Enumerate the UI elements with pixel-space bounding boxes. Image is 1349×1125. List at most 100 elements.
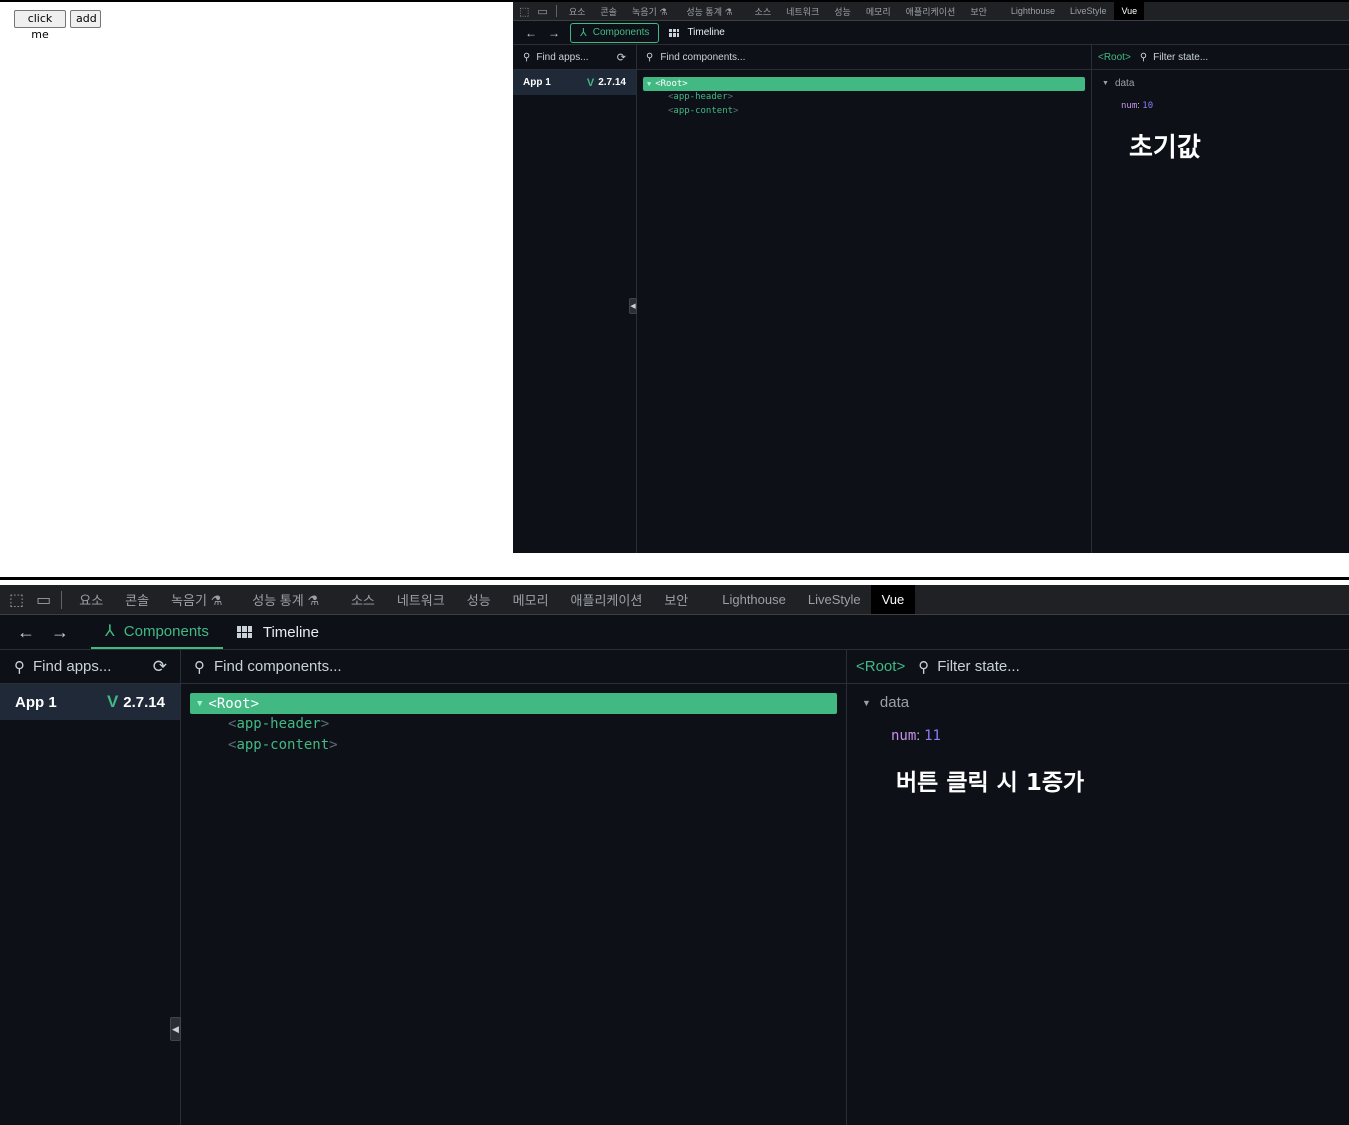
vue-toolbar: ← → ⅄ Components Timeline: [0, 615, 1349, 650]
expand-triangle-icon[interactable]: ▼: [197, 699, 202, 709]
tab-elements[interactable]: 요소: [79, 590, 103, 609]
device-icon[interactable]: ▭: [537, 5, 547, 18]
state-section-data[interactable]: ▼ data: [1102, 78, 1134, 89]
state-key: num: [891, 728, 917, 744]
tab-vue[interactable]: Vue: [870, 585, 916, 614]
click-me-button[interactable]: click me: [14, 10, 66, 41]
vue-version: V 2.7.14: [587, 77, 626, 89]
tab-livestyle[interactable]: LiveStyle: [808, 592, 861, 607]
vue-version: V 2.7.14: [107, 692, 165, 712]
components-tab-button[interactable]: ⅄ Components: [91, 615, 223, 649]
tab-livestyle[interactable]: LiveStyle: [1070, 6, 1107, 16]
components-label: Components: [592, 27, 650, 38]
components-tab-button[interactable]: ⅄ Components: [570, 22, 660, 43]
filter-state-input[interactable]: Filter state...: [1153, 52, 1208, 63]
tree-node-label: app-header: [673, 92, 728, 102]
tab-application[interactable]: 애플리케이션: [906, 5, 956, 18]
tree-node-app-header[interactable]: <app-header>: [668, 92, 733, 102]
refresh-icon[interactable]: ⟳: [617, 51, 626, 64]
tab-lighthouse[interactable]: Lighthouse: [722, 592, 786, 607]
tab-memory[interactable]: 메모리: [866, 5, 891, 18]
devtools-tabbar: ⬚ ▭ 요소 콘솔 녹음기 ⚗ 성능 통계 ⚗ 소스 네트워크 성능 메모리 애…: [0, 585, 1349, 615]
tab-recorder[interactable]: 녹음기 ⚗: [632, 5, 667, 18]
tree-root-row[interactable]: ▼ <Root>: [643, 77, 1085, 91]
tree-root-row[interactable]: ▼ <Root>: [190, 693, 837, 714]
component-tree-pane: ⚲ Find components... ▼ <Root> <app-heade…: [629, 45, 1092, 553]
device-icon[interactable]: ▭: [36, 590, 51, 610]
vue-version-label: 2.7.14: [123, 693, 165, 711]
devtools-tabbar: ⬚ ▭ 요소 콘솔 녹음기 ⚗ 성능 통계 ⚗ 소스 네트워크 성능 메모리 애…: [513, 2, 1349, 21]
tree-node-label: app-header: [236, 716, 321, 732]
find-components-input[interactable]: Find components...: [660, 52, 745, 63]
app-name: App 1: [523, 77, 551, 88]
tree-node-label: app-content: [236, 737, 330, 753]
state-row-num[interactable]: num: 10: [1121, 100, 1153, 111]
timeline-tab-button[interactable]: Timeline: [236, 624, 319, 641]
vue-toolbar: ← → ⅄ Components Timeline: [513, 21, 1349, 45]
tree-node-app-header[interactable]: <app-header>: [228, 716, 329, 732]
collapse-handle-icon[interactable]: ◀: [629, 298, 637, 314]
app-list-item[interactable]: App 1 V 2.7.14: [0, 684, 180, 720]
expand-triangle-icon: ▼: [1102, 80, 1109, 87]
timeline-tab-button[interactable]: Timeline: [669, 27, 725, 38]
state-row-num[interactable]: num: 11: [891, 727, 941, 744]
search-icon: ⚲: [1139, 51, 1148, 63]
expand-triangle-icon: ▼: [862, 697, 871, 708]
state-key: num: [1121, 101, 1138, 111]
vue-logo-icon: V: [106, 692, 119, 711]
state-pane: <Root> ⚲ Filter state... ▼ data num: 10 …: [1092, 45, 1349, 553]
root-breadcrumb[interactable]: <Root>: [856, 658, 905, 675]
tab-security[interactable]: 보안: [970, 5, 987, 18]
inspect-icon[interactable]: ⬚: [9, 590, 24, 610]
tab-console[interactable]: 콘솔: [600, 5, 617, 18]
state-pane: <Root> ⚲ Filter state... ▼ data num: 11 …: [847, 650, 1349, 1125]
state-filter-bar: <Root> ⚲ Filter state...: [1092, 45, 1349, 70]
tab-memory[interactable]: 메모리: [513, 590, 549, 609]
tab-lighthouse[interactable]: Lighthouse: [1011, 6, 1055, 16]
find-components-input[interactable]: Find components...: [214, 658, 342, 675]
search-icon: ⚲: [14, 658, 25, 676]
refresh-icon[interactable]: ⟳: [153, 657, 167, 677]
tab-performance[interactable]: 성능: [467, 590, 491, 609]
tab-sources[interactable]: 소스: [351, 590, 375, 609]
collapse-handle-icon[interactable]: ◀: [170, 1017, 181, 1041]
inspect-icon[interactable]: ⬚: [519, 5, 529, 18]
tab-application[interactable]: 애플리케이션: [571, 590, 643, 609]
find-apps-input[interactable]: Find apps...: [536, 52, 588, 63]
state-value: 11: [924, 728, 941, 744]
vue-logo-icon: V: [586, 76, 595, 89]
tree-node-app-content[interactable]: <app-content>: [668, 106, 738, 116]
tab-recorder[interactable]: 녹음기 ⚗: [171, 590, 222, 609]
app-name: App 1: [15, 693, 57, 711]
forward-arrow-icon[interactable]: →: [548, 26, 560, 40]
expand-triangle-icon[interactable]: ▼: [647, 80, 651, 88]
tab-security[interactable]: 보안: [664, 590, 688, 609]
app-list-item[interactable]: App 1 V 2.7.14: [513, 70, 636, 95]
state-section-data[interactable]: ▼ data: [862, 694, 909, 711]
filter-state-input[interactable]: Filter state...: [937, 658, 1020, 675]
tab-sources[interactable]: 소스: [755, 5, 772, 18]
forward-arrow-icon[interactable]: →: [51, 622, 69, 643]
add-button[interactable]: add: [70, 10, 101, 28]
devtools-panel-initial: ⬚ ▭ 요소 콘솔 녹음기 ⚗ 성능 통계 ⚗ 소스 네트워크 성능 메모리 애…: [513, 2, 1349, 553]
find-apps-input[interactable]: Find apps...: [33, 658, 111, 675]
component-tree-pane: ⚲ Find components... ▼ <Root> <app-heade…: [170, 650, 847, 1125]
tab-elements[interactable]: 요소: [569, 5, 586, 18]
tab-performance-insights[interactable]: 성능 통계 ⚗: [686, 5, 732, 18]
back-arrow-icon[interactable]: ←: [17, 622, 35, 643]
tab-network[interactable]: 네트워크: [786, 5, 819, 18]
tab-performance[interactable]: 성능: [834, 5, 851, 18]
timeline-icon: [236, 626, 252, 638]
tree-node-app-content[interactable]: <app-content>: [228, 737, 338, 753]
back-arrow-icon[interactable]: ←: [525, 26, 537, 40]
components-icon: ⅄: [105, 623, 115, 640]
apps-pane: ⚲ Find apps... ⟳ App 1 V 2.7.14: [0, 650, 181, 1125]
tree-node-label: app-content: [673, 106, 734, 116]
tab-console[interactable]: 콘솔: [125, 590, 149, 609]
root-label: <Root>: [208, 695, 259, 712]
root-label: <Root>: [655, 79, 688, 89]
tab-performance-insights[interactable]: 성능 통계 ⚗: [252, 590, 319, 609]
tab-network[interactable]: 네트워크: [397, 590, 445, 609]
root-breadcrumb[interactable]: <Root>: [1098, 52, 1131, 63]
tab-vue[interactable]: Vue: [1114, 2, 1145, 20]
